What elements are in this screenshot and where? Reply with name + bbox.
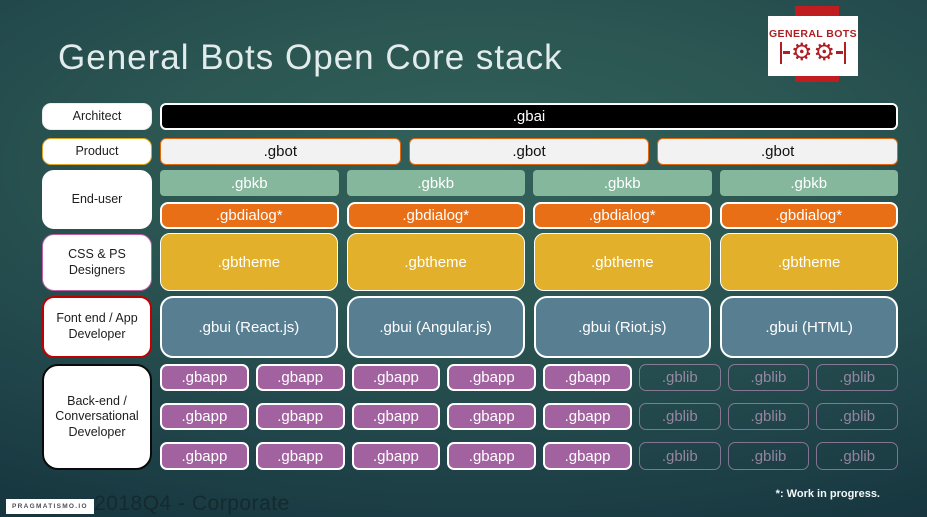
row-gbapp-3: .gbapp .gbapp .gbapp .gbapp .gbapp .gbli…: [160, 442, 899, 470]
logo-brand-text: GENERAL BOTS: [768, 27, 858, 40]
row-gbui: .gbui (React.js) .gbui (Angular.js) .gbu…: [160, 296, 898, 358]
block-gbapp: .gbapp: [255, 364, 345, 391]
block-gbai: .gbai: [160, 103, 898, 130]
block-gbkb: .gbkb: [346, 170, 525, 196]
gear-axle-bar: [779, 41, 782, 64]
pragmatismo-logo: PRAGMATISMO.IO: [6, 499, 94, 514]
block-gbapp: .gbapp: [160, 442, 249, 470]
block-gbot: .gbot: [408, 138, 650, 165]
block-gbapp: .gbapp: [543, 364, 632, 391]
block-gbapp: .gbapp: [160, 403, 249, 430]
block-gbapp: .gbapp: [351, 364, 441, 391]
block-gbapp: .gbapp: [255, 442, 345, 470]
block-gbapp: .gbapp: [447, 403, 537, 430]
general-bots-logo: GENERAL BOTS ⚙ ⚙: [768, 16, 858, 76]
block-gbdialog: .gbdialog*: [346, 202, 525, 229]
block-gbapp: .gbapp: [351, 403, 441, 430]
row-gbot: .gbot .gbot .gbot: [160, 138, 899, 165]
row-gbdialog: .gbdialog* .gbdialog* .gbdialog* .gbdial…: [160, 202, 898, 229]
block-gblib: .gblib: [638, 364, 721, 391]
block-gblib: .gblib: [727, 442, 810, 470]
gears-artwork: ⚙ ⚙: [779, 38, 847, 66]
block-gbapp: .gbapp: [447, 364, 537, 391]
block-gblib: .gblib: [816, 364, 899, 391]
block-gbapp: .gbapp: [255, 403, 345, 430]
row-gbkb: .gbkb .gbkb .gbkb .gbkb: [160, 170, 898, 196]
block-gbkb: .gbkb: [160, 170, 339, 196]
block-gblib: .gblib: [816, 403, 899, 430]
block-gblib: .gblib: [816, 442, 899, 470]
block-gbdialog: .gbdialog*: [533, 202, 712, 229]
slide: General Bots Open Core stack GENERAL BOT…: [0, 0, 927, 517]
role-label-frontend-app-developer: Font end / App Developer: [42, 296, 152, 358]
page-title: General Bots Open Core stack: [58, 38, 563, 77]
block-gbtheme: .gbtheme: [346, 233, 525, 291]
role-label-backend-conversational-developer: Back-end / Conversational Developer: [42, 364, 152, 470]
block-gbapp: .gbapp: [160, 364, 249, 391]
role-label-end-user: End-user: [42, 170, 152, 229]
block-gbui-html: .gbui (HTML): [720, 296, 898, 358]
block-gbtheme: .gbtheme: [720, 233, 898, 291]
role-label-css-ps-designers: CSS & PS Designers: [42, 234, 152, 291]
block-gbot: .gbot: [657, 138, 899, 165]
gear-icon: ⚙: [790, 38, 813, 66]
block-gbui-angular: .gbui (Angular.js): [346, 296, 525, 358]
gear-axle-bar: [844, 41, 847, 64]
gear-axle-line: [836, 51, 844, 54]
block-gbtheme: .gbtheme: [160, 233, 338, 291]
block-gbui-riot: .gbui (Riot.js): [533, 296, 712, 358]
block-gbapp: .gbapp: [543, 442, 632, 470]
block-gbapp: .gbapp: [351, 442, 441, 470]
gear-axle-line: [782, 51, 790, 54]
block-gbdialog: .gbdialog*: [719, 202, 898, 229]
gear-icon: ⚙: [813, 38, 836, 66]
block-gbkb: .gbkb: [719, 170, 898, 196]
work-in-progress-note: *: Work in progress.: [775, 488, 880, 500]
block-gblib: .gblib: [727, 403, 810, 430]
block-gbtheme: .gbtheme: [533, 233, 712, 291]
role-label-product: Product: [42, 138, 152, 165]
block-gbot: .gbot: [160, 138, 401, 165]
footer-caption: 2018Q4 - Corporate: [94, 492, 290, 515]
block-gbapp: .gbapp: [543, 403, 632, 430]
block-gbui-react: .gbui (React.js): [160, 296, 338, 358]
block-gbdialog: .gbdialog*: [160, 202, 339, 229]
block-gbkb: .gbkb: [533, 170, 712, 196]
block-gblib: .gblib: [638, 403, 721, 430]
block-gbapp: .gbapp: [447, 442, 537, 470]
row-gbapp-2: .gbapp .gbapp .gbapp .gbapp .gbapp .gbli…: [160, 403, 899, 430]
role-label-architect: Architect: [42, 103, 152, 130]
block-gblib: .gblib: [727, 364, 810, 391]
block-gblib: .gblib: [638, 442, 721, 470]
row-gbtheme: .gbtheme .gbtheme .gbtheme .gbtheme: [160, 233, 898, 291]
row-gbapp-1: .gbapp .gbapp .gbapp .gbapp .gbapp .gbli…: [160, 364, 899, 391]
row-gbai: .gbai: [160, 103, 898, 130]
